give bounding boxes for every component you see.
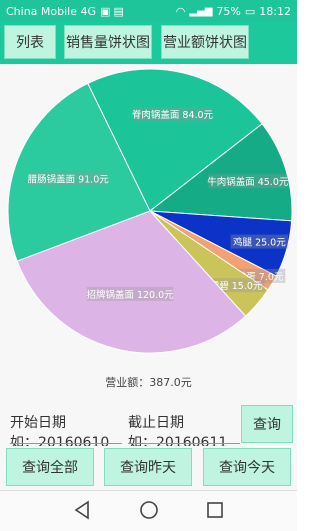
end-date-field[interactable]: 截止日期 如：20160611 (128, 404, 240, 446)
time-text: 18:12 (259, 4, 291, 18)
query-today-button[interactable]: 查询今天 (203, 448, 291, 486)
home-icon[interactable] (138, 499, 160, 521)
wifi-icon: ◠ (175, 4, 186, 18)
tab-sales-pie[interactable]: 销售量饼状图 (64, 25, 152, 59)
back-icon[interactable] (72, 499, 94, 521)
query-button[interactable]: 查询 (241, 405, 293, 443)
tab-toolbar: 列表 销售量饼状图 营业额饼状图 (0, 22, 297, 64)
battery-icon: ▭ (244, 4, 256, 18)
status-bar: China Mobile 4G ▣ ▤ ◠ ▂▄▆ 75% ▭ 18:12 (0, 0, 297, 22)
pie-slice-label: 招牌锅盖面 120.0元 (86, 289, 174, 301)
main-content: 脊肉锅盖面 84.0元 牛肉锅盖面 45.0元 鸡腿 25.0元 煎蛋 7.0元 雪碧 … (0, 64, 297, 490)
pie-slice-label: 鸡腿 25.0元 (233, 237, 286, 249)
navigation-bar (0, 490, 297, 531)
battery-text: 75% (216, 4, 241, 18)
start-date-label: 开始日期 (10, 415, 66, 431)
query-yesterday-button[interactable]: 查询昨天 (104, 448, 192, 486)
pie-slice-label: 腊肠锅盖面 91.0元 (28, 173, 110, 185)
carrier-text: China Mobile 4G (6, 4, 97, 18)
end-date-underline (128, 443, 240, 444)
pie-slice-label: 牛肉锅盖面 45.0元 (207, 176, 289, 188)
revenue-pie-chart: 脊肉锅盖面 84.0元牛肉锅盖面 45.0元鸡腿 25.0元煎蛋 7.0元雪碧 … (7, 68, 293, 354)
signal-icon: ▂▄▆ (189, 5, 213, 17)
sim-icon: ▣ (100, 4, 111, 18)
start-date-field[interactable]: 开始日期 如：20160610 (10, 404, 122, 446)
end-date-label: 截止日期 (128, 415, 184, 431)
pie-slice-label: 脊肉锅盖面 84.0元 (132, 109, 214, 121)
recents-icon[interactable] (204, 499, 226, 521)
tab-revenue-pie[interactable]: 营业额饼状图 (161, 25, 249, 59)
start-date-underline (10, 443, 122, 444)
query-all-button[interactable]: 查询全部 (6, 448, 94, 486)
total-revenue-label: 营业额：387.0元 (105, 376, 192, 389)
image-icon: ▤ (113, 4, 124, 18)
tab-list[interactable]: 列表 (4, 25, 56, 59)
